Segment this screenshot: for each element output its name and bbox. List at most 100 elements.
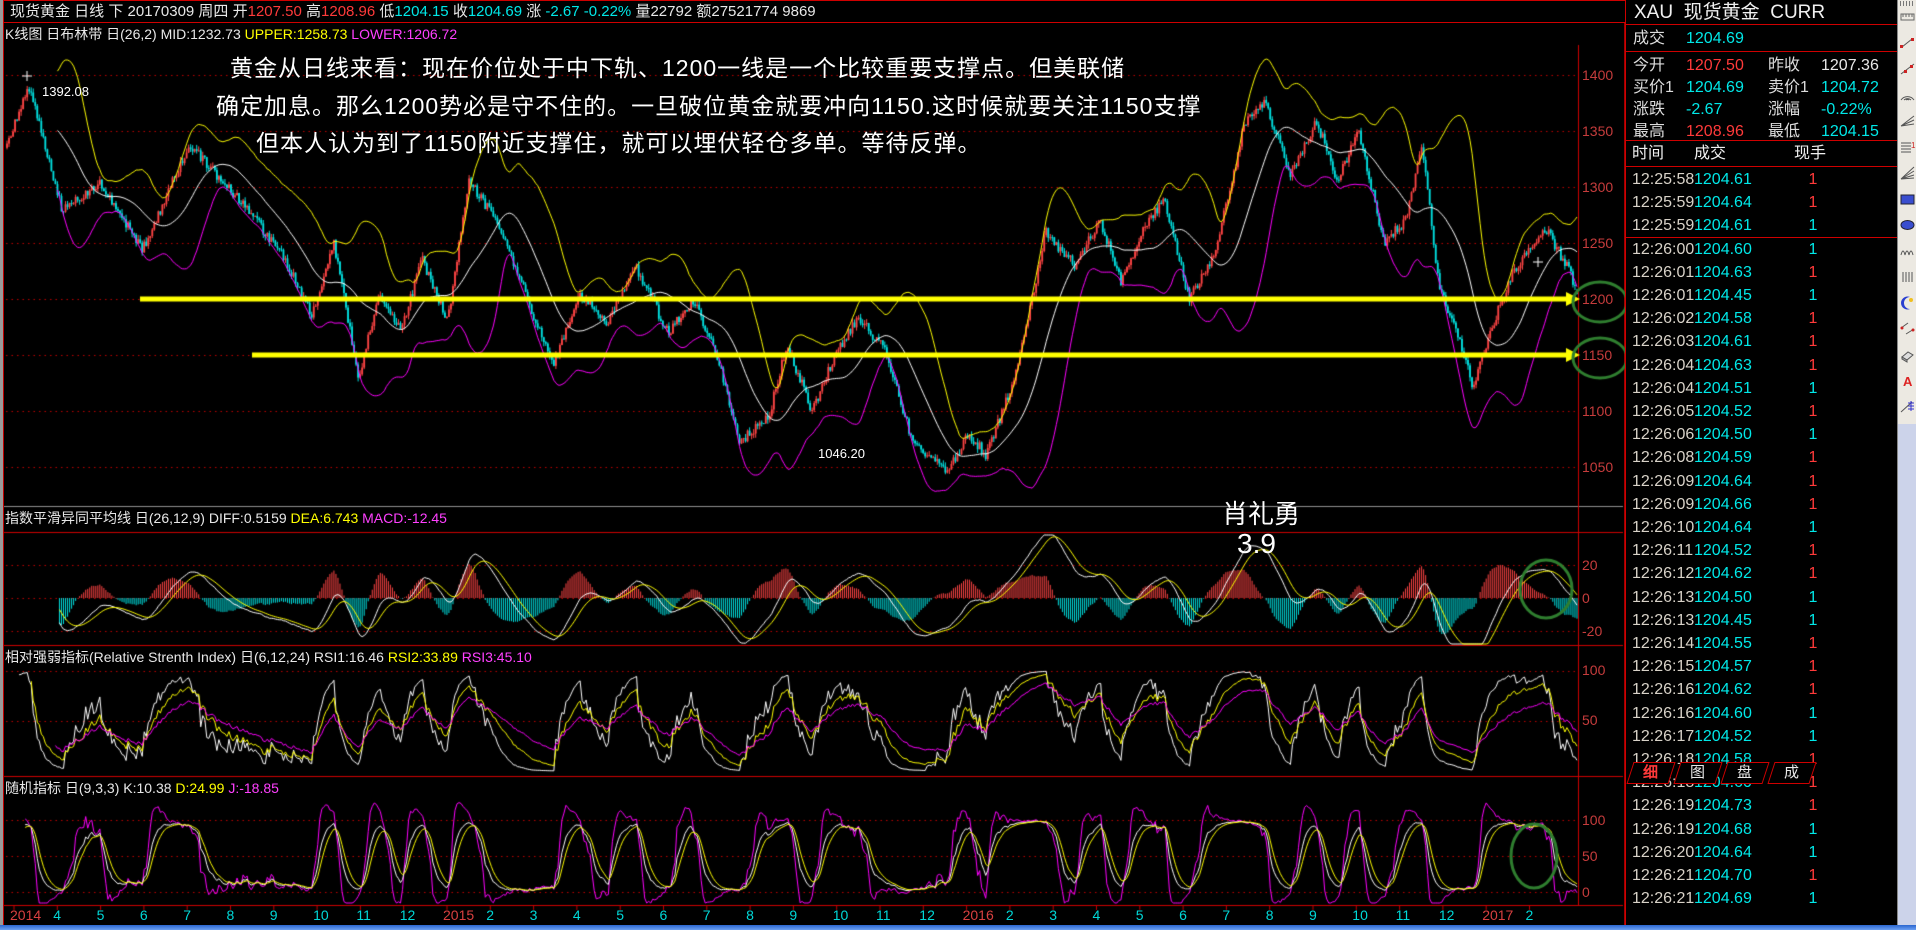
- sale-price: 1204.64: [1694, 516, 1752, 539]
- tab-图[interactable]: 图: [1673, 762, 1722, 784]
- sale-time: 12:26:17: [1632, 725, 1694, 748]
- vertical-grid-icon[interactable]: [1899, 269, 1916, 291]
- sales-column-header: 时间: [1632, 142, 1664, 166]
- price-axis-label: 1100: [1582, 403, 1612, 419]
- date-axis-month: 6: [660, 907, 668, 923]
- sale-price: 1204.52: [1694, 725, 1752, 748]
- wave-icon[interactable]: [1899, 243, 1916, 265]
- sale-lots: 1: [1798, 261, 1828, 284]
- date-axis-month: 10: [313, 907, 329, 923]
- date-axis-month: 3: [1049, 907, 1057, 923]
- sale-lots: 1: [1798, 446, 1828, 469]
- sales-row: 12:26:011204.451: [1626, 284, 1897, 307]
- toolbar-grip[interactable]: [1900, 1, 1915, 6]
- sale-price: 1204.64: [1694, 470, 1752, 493]
- date-axis-year: 2017: [1482, 907, 1513, 923]
- date-axis-year: 2015: [443, 907, 474, 923]
- sale-lots: 1: [1798, 702, 1828, 725]
- sale-price: 1204.59: [1694, 446, 1752, 469]
- info-bar-segment: 低: [379, 3, 394, 20]
- date-axis-month: 6: [1179, 907, 1187, 923]
- indicator-axis-label: 50: [1582, 712, 1598, 728]
- sales-column-header: 现手: [1794, 142, 1826, 166]
- date-axis-month: 12: [1439, 907, 1455, 923]
- date-axis-month: 10: [1352, 907, 1368, 923]
- sale-lots: 1: [1798, 655, 1828, 678]
- sale-time: 12:26:05: [1632, 400, 1694, 423]
- sale-price: 1204.66: [1694, 493, 1752, 516]
- indicator-axis-label: 100: [1582, 812, 1605, 828]
- tab-成[interactable]: 成: [1767, 762, 1816, 784]
- field-label: 涨幅: [1768, 99, 1800, 121]
- symbol-name: 现货黄金: [1684, 2, 1760, 23]
- golden-section-icon[interactable]: [1899, 399, 1916, 421]
- gann-arc-icon[interactable]: [1899, 87, 1916, 109]
- analysis-note-line2: 确定加息。那么1200势必是守不住的。一旦破位黄金就要冲向1150.这时候就要关…: [216, 87, 1201, 121]
- sales-row: 12:26:161204.601: [1626, 702, 1897, 725]
- sale-price: 1204.45: [1694, 609, 1752, 632]
- kdj-label-segment: J:-18.85: [228, 780, 279, 796]
- info-bar-segment: 现货黄金 日线 下: [10, 3, 128, 20]
- sales-row: 12:26:011204.631: [1626, 261, 1897, 284]
- sale-time: 12:26:01: [1632, 261, 1694, 284]
- sales-row: 12:26:161204.621: [1626, 678, 1897, 701]
- ellipse-icon[interactable]: [1899, 217, 1916, 239]
- sales-row: 12:26:191204.731: [1626, 794, 1897, 817]
- date-axis-month: 7: [703, 907, 711, 923]
- sales-row: 12:26:031204.611: [1626, 330, 1897, 353]
- rectangle-icon[interactable]: [1899, 191, 1916, 213]
- price-axis-label: 1300: [1582, 179, 1613, 195]
- boll-bar-segment: UPPER:1258.73: [245, 26, 352, 42]
- toolbar-empty-track: [1898, 424, 1916, 930]
- sale-price: 1204.61: [1694, 330, 1752, 353]
- svg-text:1: 1: [1911, 141, 1916, 150]
- sale-time: 12:25:58: [1632, 168, 1694, 191]
- sales-row: 12:25:591204.641: [1626, 191, 1897, 214]
- rsi-label-segment: RSI2:33.89: [388, 649, 462, 665]
- sale-lots: 1: [1798, 887, 1828, 910]
- trendline-icon[interactable]: [1899, 35, 1916, 57]
- sale-time: 12:26:04: [1632, 354, 1694, 377]
- date-axis-month: 2: [1006, 907, 1014, 923]
- svg-text:A: A: [1903, 374, 1913, 389]
- text-tool-icon[interactable]: A: [1899, 373, 1916, 395]
- info-bar-segment: -2.67 -0.22%: [545, 3, 635, 20]
- signature-value: 3.9: [1237, 528, 1276, 560]
- date-axis-year: 2016: [963, 907, 994, 923]
- indicator-axis-label: 50: [1582, 848, 1598, 864]
- info-bar-segment: 涨: [526, 3, 545, 20]
- info-bar-segment: 量: [635, 3, 650, 20]
- ray-line-icon[interactable]: [1899, 61, 1916, 83]
- field-value: 1204.69: [1686, 77, 1744, 99]
- sale-time: 12:26:13: [1632, 586, 1694, 609]
- sale-price: 1204.64: [1694, 191, 1752, 214]
- macd-label-segment: 指数平滑异同平均线 日(26,12,9): [5, 510, 209, 526]
- info-bar-segment: 1207.50: [248, 3, 306, 20]
- sale-time: 12:26:06: [1632, 423, 1694, 446]
- sale-lots: 1: [1798, 284, 1828, 307]
- parallel-lines-icon[interactable]: 1: [1899, 139, 1916, 161]
- sale-price: 1204.73: [1694, 794, 1752, 817]
- percent-lines-icon[interactable]: [1899, 321, 1916, 343]
- sales-row: 12:26:041204.511: [1626, 377, 1897, 400]
- sale-lots: 1: [1798, 493, 1828, 516]
- measure-icon[interactable]: [1899, 9, 1916, 31]
- tab-盘[interactable]: 盘: [1720, 762, 1769, 784]
- tab-细[interactable]: 细: [1626, 762, 1675, 784]
- speed-resistance-icon[interactable]: [1899, 165, 1916, 187]
- analysis-note-line1: 黄金从日线来看：现在价位处于中下轨、1200一线是一个比较重要支撑点。但美联储: [230, 49, 1125, 83]
- sale-lots: 1: [1798, 562, 1828, 585]
- date-axis-year: 2014: [10, 907, 41, 923]
- boll-bar-segment: LOWER:1206.72: [351, 26, 457, 42]
- sale-time: 12:26:21: [1632, 887, 1694, 910]
- sale-lots: 1: [1798, 794, 1828, 817]
- info-bar-segment: 开: [233, 3, 248, 20]
- eraser-icon[interactable]: [1899, 347, 1916, 369]
- info-bar-segment: 额: [696, 3, 711, 20]
- sale-lots: 1: [1798, 586, 1828, 609]
- sale-price: 1204.57: [1694, 655, 1752, 678]
- moon-icon[interactable]: [1899, 295, 1916, 317]
- sale-time: 12:26:09: [1632, 493, 1694, 516]
- date-axis-month: 11: [356, 907, 371, 923]
- gann-fan-icon[interactable]: [1899, 113, 1916, 135]
